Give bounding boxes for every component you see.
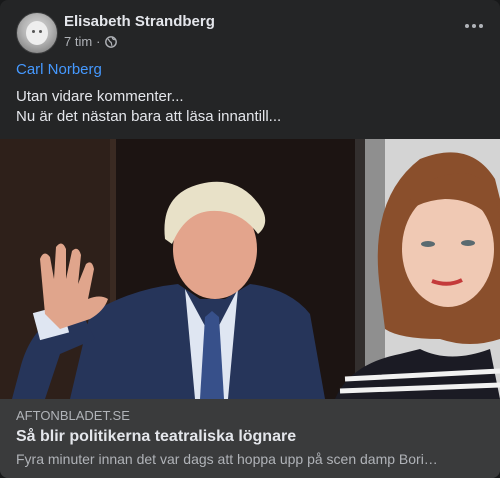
post-text-line-1: Utan vidare kommenter... xyxy=(16,88,184,105)
more-dot xyxy=(479,24,483,28)
avatar-face xyxy=(26,21,48,45)
link-description: Fyra minuter innan det var dags att hopp… xyxy=(16,451,438,467)
photo-eye-right-2 xyxy=(461,240,475,246)
globe-icon[interactable] xyxy=(104,35,117,48)
post-text-line-2: Nu är det nästan bara att läsa innantill… xyxy=(16,108,282,125)
link-preview[interactable]: AFTONBLADET.SE Så blir politikerna teatr… xyxy=(0,399,500,478)
avatar[interactable] xyxy=(16,12,58,54)
feed-post: Elisabeth Strandberg 7 tim · Carl Norber… xyxy=(0,0,500,478)
more-horizontal-icon[interactable] xyxy=(460,16,488,36)
link-title[interactable]: Så blir politikerna teatraliska lögnare xyxy=(16,428,296,446)
link-domain: AFTONBLADET.SE xyxy=(16,408,130,423)
photo-eye-right-1 xyxy=(421,241,435,247)
article-photo xyxy=(0,139,500,399)
post-meta: 7 tim · xyxy=(64,34,117,49)
mention-link[interactable]: Carl Norberg xyxy=(16,61,102,78)
post-header: Elisabeth Strandberg 7 tim · xyxy=(16,12,484,56)
more-dot xyxy=(472,24,476,28)
avatar-eye-left xyxy=(32,30,35,33)
post-timestamp[interactable]: 7 tim xyxy=(64,34,92,49)
meta-separator: · xyxy=(96,34,101,49)
more-dot xyxy=(465,24,469,28)
link-preview-image[interactable] xyxy=(0,139,500,399)
post-text: Utan vidare kommenter... Nu är det nästa… xyxy=(16,87,281,127)
avatar-eye-right xyxy=(39,30,42,33)
author-name[interactable]: Elisabeth Strandberg xyxy=(64,13,215,30)
